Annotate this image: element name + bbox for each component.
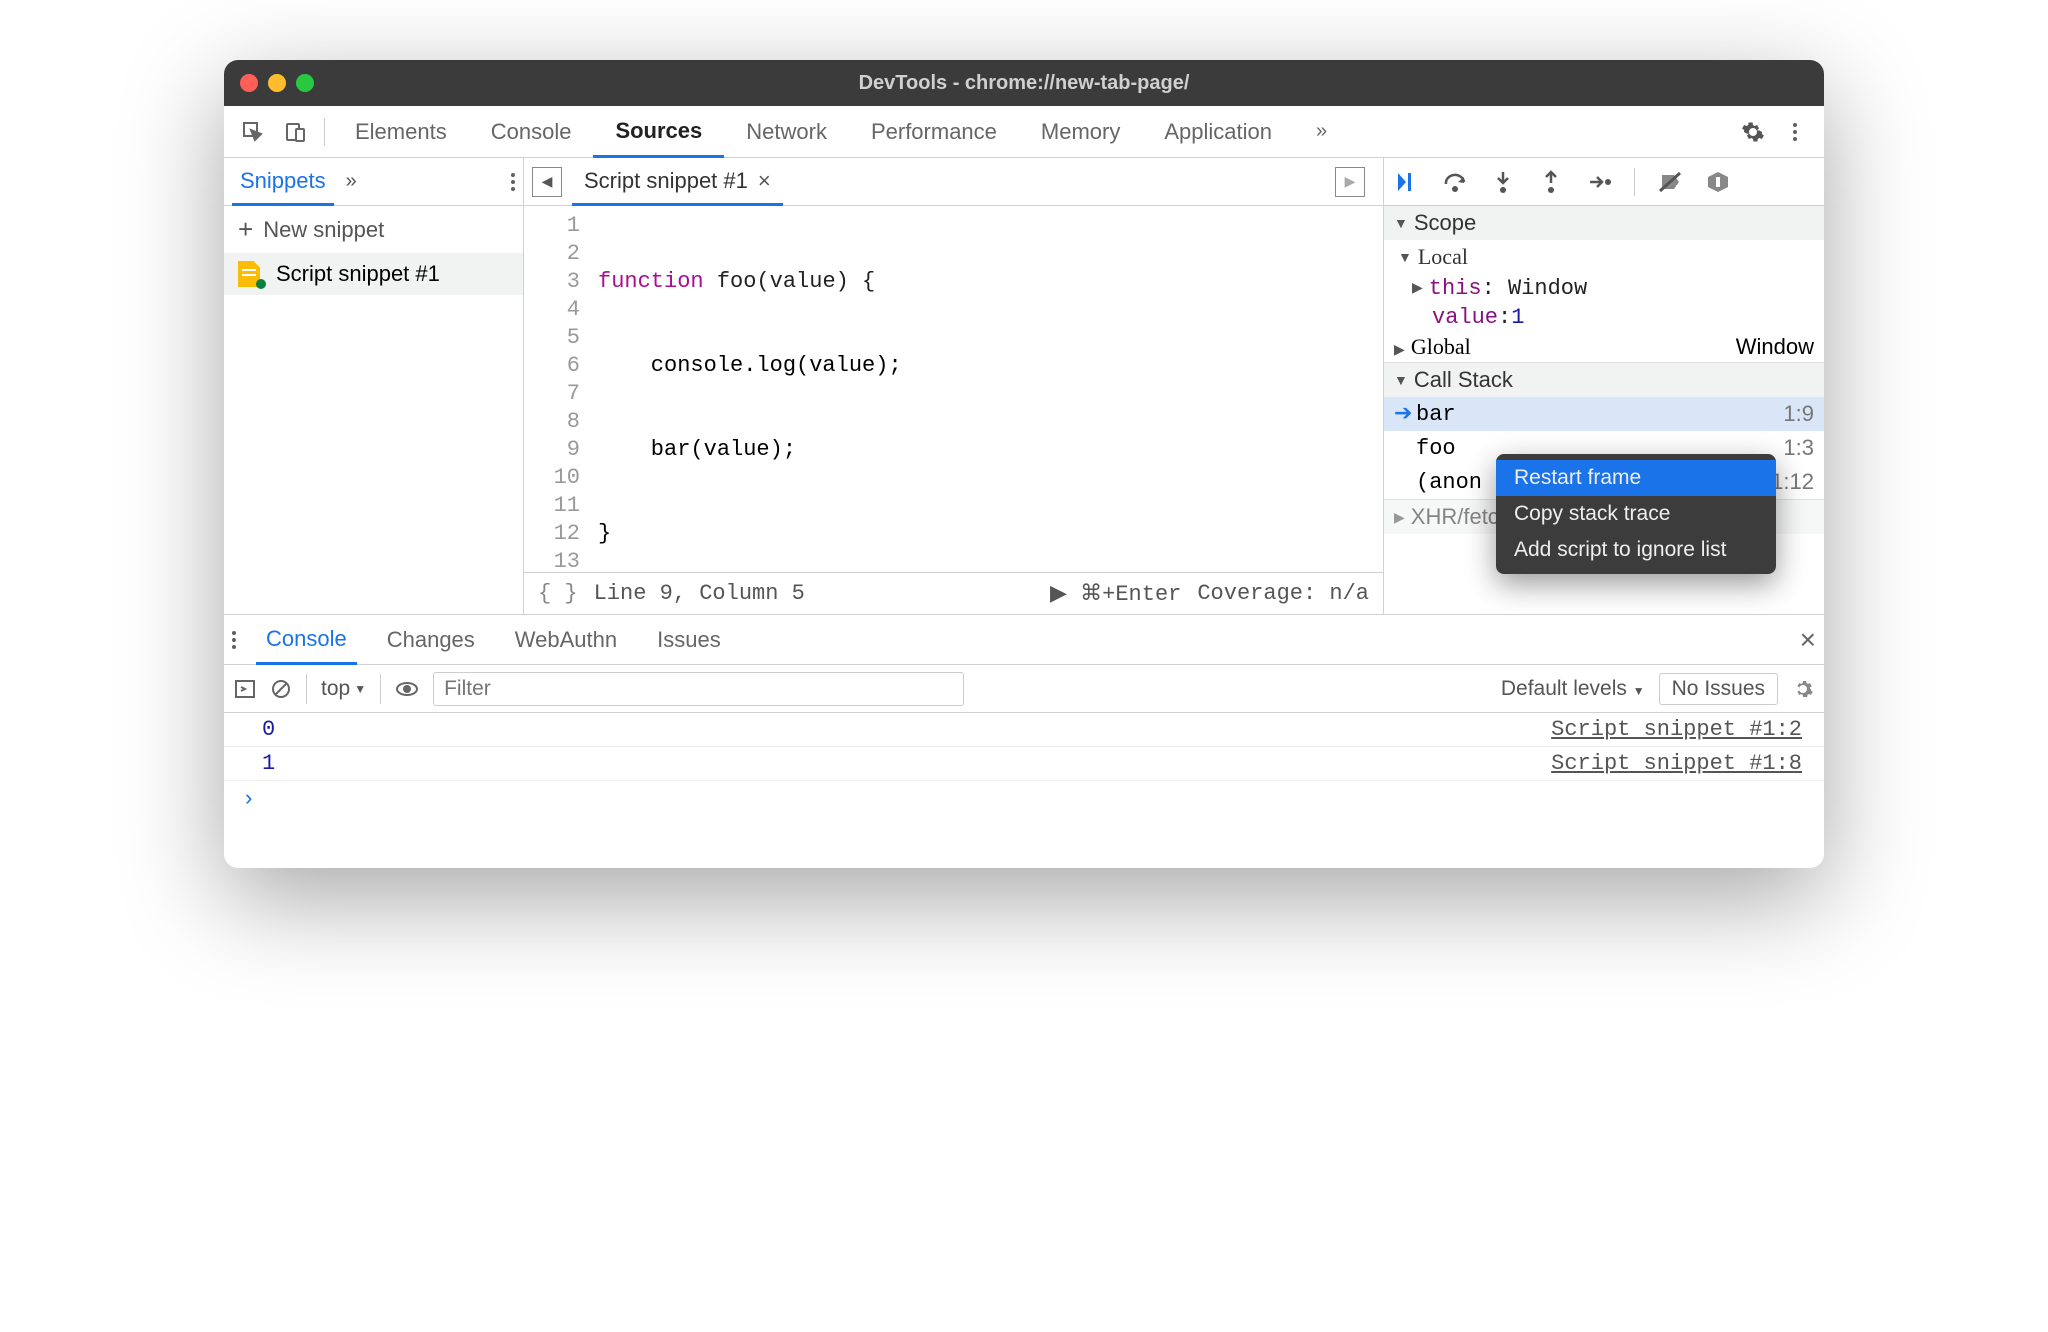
console-prompt[interactable]: ›: [224, 781, 1824, 818]
close-drawer-icon[interactable]: ×: [1800, 624, 1816, 656]
console-sidebar-icon[interactable]: [234, 678, 256, 700]
console-filter-input[interactable]: [433, 672, 964, 706]
tab-console[interactable]: Console: [469, 106, 594, 157]
maximize-window-button[interactable]: [296, 74, 314, 92]
callstack-section-header[interactable]: ▼Call Stack: [1384, 363, 1824, 397]
cursor-position: Line 9, Column 5: [594, 581, 805, 606]
pause-exceptions-icon[interactable]: [1705, 169, 1731, 195]
drawer-tab-issues[interactable]: Issues: [647, 615, 731, 664]
message-source-link[interactable]: Script snippet #1:2: [1551, 717, 1802, 742]
coverage-label: Coverage: n/a: [1197, 581, 1369, 606]
close-window-button[interactable]: [240, 74, 258, 92]
tab-memory[interactable]: Memory: [1019, 106, 1142, 157]
new-snippet-button[interactable]: + New snippet: [224, 206, 523, 253]
resume-icon[interactable]: [1394, 169, 1420, 195]
navigator-sidebar: + New snippet Script snippet #1: [224, 206, 524, 614]
more-menu-icon[interactable]: [1776, 113, 1814, 151]
menu-item-restart-frame[interactable]: Restart frame: [1496, 460, 1776, 496]
deactivate-breakpoints-icon[interactable]: [1657, 169, 1683, 195]
close-tab-icon[interactable]: ×: [758, 168, 771, 194]
step-over-icon[interactable]: [1442, 169, 1468, 195]
window-title: DevTools - chrome://new-tab-page/: [314, 72, 1734, 95]
plus-icon: +: [238, 214, 253, 245]
message-source-link[interactable]: Script snippet #1:8: [1551, 751, 1802, 776]
main-tabstrip: Elements Console Sources Network Perform…: [224, 106, 1824, 158]
live-expression-icon[interactable]: [395, 677, 419, 701]
console-message[interactable]: 1 Script snippet #1:8: [224, 747, 1824, 781]
console-message[interactable]: 0 Script snippet #1:2: [224, 713, 1824, 747]
inspect-icon[interactable]: [234, 113, 272, 151]
sources-subheader: Snippets » ◀ Script snippet #1 × ▶: [224, 158, 1824, 206]
console-settings-icon[interactable]: [1792, 678, 1814, 700]
tab-elements[interactable]: Elements: [333, 106, 469, 157]
titlebar: DevTools - chrome://new-tab-page/: [224, 60, 1824, 106]
step-into-icon[interactable]: [1490, 169, 1516, 195]
navigator-tabs: Snippets »: [224, 158, 524, 205]
code-content[interactable]: function foo(value) { console.log(value)…: [592, 206, 1383, 572]
scope-local-header[interactable]: ▼Local: [1384, 240, 1824, 274]
step-out-icon[interactable]: [1538, 169, 1564, 195]
snippets-tab[interactable]: Snippets: [232, 159, 334, 206]
minimize-window-button[interactable]: [268, 74, 286, 92]
drawer-menu-icon[interactable]: [232, 631, 236, 649]
clear-console-icon[interactable]: [270, 678, 292, 700]
execution-context-select[interactable]: top ▼: [306, 674, 381, 704]
show-navigator-icon[interactable]: ◀: [532, 167, 562, 197]
console-toolbar: top ▼ Default levels ▼ No Issues: [224, 665, 1824, 713]
code-editor: 12345678910111213 function foo(value) { …: [524, 206, 1384, 614]
console-drawer: Console Changes WebAuthn Issues × top ▼ …: [224, 614, 1824, 868]
scope-variable[interactable]: ▶this: Window: [1384, 274, 1824, 303]
scope-global-header[interactable]: ▶ GlobalWindow: [1384, 332, 1824, 362]
current-frame-icon: ➔: [1394, 401, 1416, 427]
tab-performance[interactable]: Performance: [849, 106, 1019, 157]
scope-section-header[interactable]: ▼Scope: [1384, 206, 1824, 240]
more-navigator-icon[interactable]: »: [346, 170, 357, 193]
devtools-window: DevTools - chrome://new-tab-page/ Elemen…: [224, 60, 1824, 868]
pretty-print-icon[interactable]: { }: [538, 581, 578, 606]
editor-statusbar: { } Line 9, Column 5 ▶ ⌘+Enter Coverage:…: [524, 572, 1383, 614]
tab-sources[interactable]: Sources: [593, 107, 724, 158]
drawer-tabstrip: Console Changes WebAuthn Issues ×: [224, 615, 1824, 665]
drawer-tab-changes[interactable]: Changes: [377, 615, 485, 664]
no-issues-button[interactable]: No Issues: [1659, 673, 1778, 705]
run-snippet-button[interactable]: ▶ ⌘+Enter: [1050, 581, 1181, 607]
show-debugger-icon[interactable]: ▶: [1335, 167, 1365, 197]
more-tabs-icon[interactable]: »: [1294, 106, 1349, 157]
tab-network[interactable]: Network: [724, 106, 849, 157]
snippet-list-item[interactable]: Script snippet #1: [224, 253, 523, 295]
console-output: 0 Script snippet #1:2 1 Script snippet #…: [224, 713, 1824, 868]
context-menu: Restart frame Copy stack trace Add scrip…: [1496, 454, 1776, 574]
editor-file-tab[interactable]: Script snippet #1 ×: [572, 159, 783, 206]
traffic-lights: [240, 74, 314, 92]
debugger-controls: [1384, 158, 1824, 205]
scope-variable[interactable]: value: 1: [1384, 303, 1824, 332]
modified-indicator-icon: [256, 279, 266, 289]
step-icon[interactable]: [1586, 169, 1612, 195]
tab-application[interactable]: Application: [1142, 106, 1294, 157]
drawer-tab-webauthn[interactable]: WebAuthn: [505, 615, 627, 664]
device-toggle-icon[interactable]: [276, 113, 314, 151]
editor-file-name: Script snippet #1: [584, 168, 748, 194]
callstack-frame[interactable]: ➔ bar 1:9: [1384, 397, 1824, 431]
menu-item-copy-stack[interactable]: Copy stack trace: [1496, 496, 1776, 532]
log-levels-select[interactable]: Default levels ▼: [1501, 677, 1645, 701]
drawer-tab-console[interactable]: Console: [256, 616, 357, 665]
snippet-name: Script snippet #1: [276, 261, 440, 287]
editor-tabstrip: ◀ Script snippet #1 × ▶: [524, 158, 1384, 205]
line-gutter: 12345678910111213: [524, 206, 592, 572]
menu-item-ignore-script[interactable]: Add script to ignore list: [1496, 532, 1776, 568]
settings-icon[interactable]: [1734, 113, 1772, 151]
navigator-menu-icon[interactable]: [511, 173, 515, 191]
